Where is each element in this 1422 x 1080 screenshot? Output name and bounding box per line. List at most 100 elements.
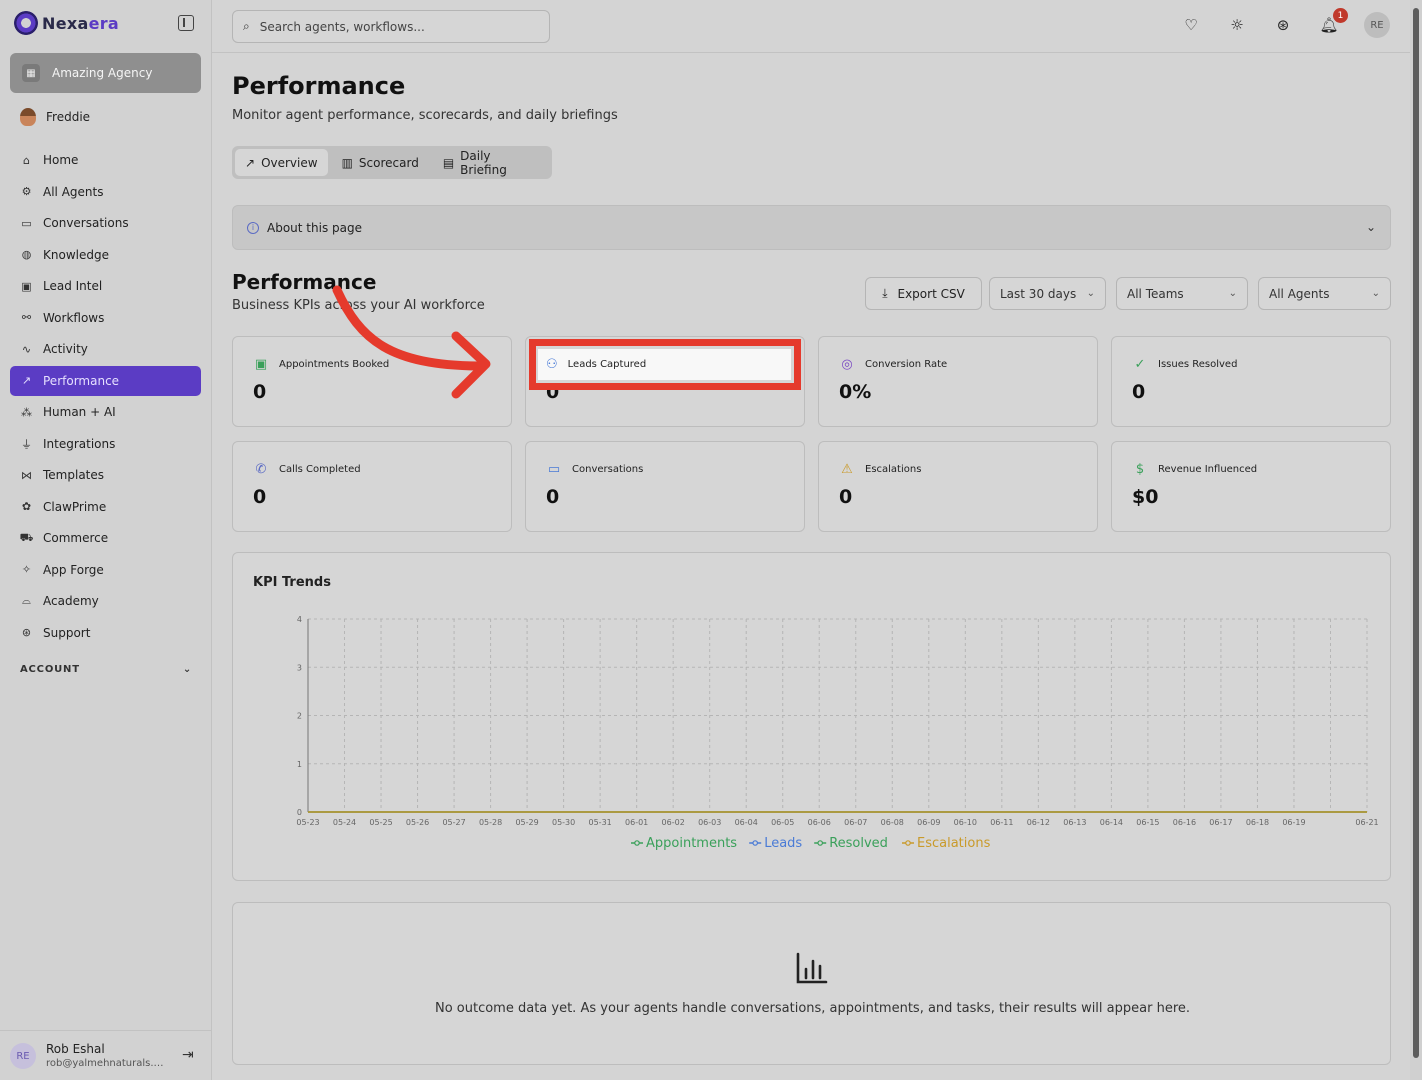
- sidebar-item-label: Workflows: [43, 310, 105, 325]
- x-tick-label: 06-15: [1136, 818, 1159, 827]
- avatar[interactable]: RE: [1364, 12, 1390, 38]
- y-tick-label: 2: [297, 712, 302, 721]
- sidebar-item-integrations[interactable]: ⏚ Integrations: [10, 429, 201, 459]
- footer-user-email: rob@yalmehnaturals.c...: [46, 1058, 168, 1069]
- logout-icon[interactable]: ⇥: [182, 1047, 194, 1063]
- sidebar-item-conversations[interactable]: ▭ Conversations: [10, 208, 201, 238]
- sidebar-item-label: App Forge: [43, 562, 104, 577]
- x-tick-label: 06-06: [808, 818, 831, 827]
- avatar[interactable]: RE: [10, 1043, 36, 1069]
- teams-select[interactable]: All Teams ⌄: [1116, 277, 1248, 310]
- sidebar-item-label: All Agents: [43, 184, 104, 199]
- about-accordion[interactable]: i About this page ⌄: [232, 205, 1391, 250]
- newspaper-icon: ▤: [442, 155, 455, 170]
- sun-icon[interactable]: ☼: [1226, 14, 1248, 36]
- kpi-card-conversations[interactable]: ▭ Conversations 0: [525, 441, 805, 532]
- sidebar-item-label: ClawPrime: [43, 499, 107, 514]
- sidebar-item-workflows[interactable]: ⚯ Workflows: [10, 303, 201, 333]
- sidebar-item-templates[interactable]: ⋈ Templates: [10, 460, 201, 490]
- heart-icon[interactable]: ♡: [1180, 14, 1202, 36]
- kpi-card-value: 0: [1132, 381, 1146, 403]
- x-tick-label: 06-02: [662, 818, 685, 827]
- avatar: [20, 108, 36, 126]
- sidebar-nav: ⌂ Home ⚙ All Agents ▭ Conversations ◍ Knowledge…: [10, 145, 201, 649]
- tab-daily-briefing[interactable]: ▤ Daily Briefing: [433, 149, 549, 177]
- tab-overview[interactable]: ↗ Overview: [235, 149, 328, 176]
- download-icon: ⤓: [882, 286, 888, 300]
- footer-user-name: Rob Eshal: [46, 1042, 105, 1056]
- chat-icon: ▭: [21, 216, 32, 230]
- sidebar-item-support[interactable]: ⊛ Support: [10, 618, 201, 648]
- bar-chart-icon: [796, 952, 828, 984]
- x-tick-label: 05-30: [552, 818, 575, 827]
- cart-icon: ⛟: [19, 530, 34, 544]
- user-switcher[interactable]: Freddie: [20, 108, 90, 126]
- kpi-card-revenue-influenced[interactable]: $ Revenue Influenced $0: [1111, 441, 1391, 532]
- legend-label: Escalations: [917, 836, 991, 851]
- sidebar-collapse-icon[interactable]: [178, 15, 194, 31]
- sidebar-item-label: Templates: [43, 468, 105, 482]
- org-switcher[interactable]: ▦ Amazing Agency: [10, 53, 201, 93]
- kpi-card-appointments-booked[interactable]: ▣ Appointments Booked 0: [232, 336, 512, 427]
- bell-icon[interactable]: 🔔︎ 1: [1318, 8, 1348, 36]
- sidebar-item-performance[interactable]: ↗ Performance: [10, 365, 201, 396]
- kpi-trends-chart: 0 1 2 3 4 05-23 05-24 05-25 05-26 05-27 05-28 05-29…: [296, 615, 1378, 851]
- kpi-card-label: Revenue Influenced: [1158, 464, 1258, 475]
- export-csv-button[interactable]: ⤓ Export CSV: [865, 277, 982, 310]
- sidebar: Nexaera ▦ Amazing Agency Freddie ⌂ Home ⚙ A…: [0, 0, 212, 1080]
- trending-icon: ↗: [21, 374, 32, 387]
- kpi-card-conversion-rate[interactable]: ◎ Conversion Rate 0%: [818, 336, 1098, 427]
- sidebar-item-academy[interactable]: ⌓ Academy: [10, 586, 201, 616]
- plug-icon: ⏚: [21, 437, 32, 451]
- trending-up-icon: ↗: [245, 155, 256, 170]
- sidebar-item-knowledge[interactable]: ◍ Knowledge: [10, 240, 201, 270]
- brand-logo[interactable]: Nexaera: [14, 10, 119, 36]
- search-input[interactable]: ⌕ Search agents, workflows...: [232, 10, 550, 43]
- notification-badge: 1: [1333, 8, 1348, 23]
- x-tick-label: 06-08: [881, 818, 904, 827]
- highlighted-label: Leads Captured: [567, 359, 647, 370]
- sidebar-item-home[interactable]: ⌂ Home: [10, 145, 201, 175]
- outcomes-empty-state: No outcome data yet. As your agents hand…: [232, 902, 1391, 1065]
- agents-select[interactable]: All Agents ⌄: [1258, 277, 1391, 310]
- x-tick-label: 06-10: [954, 818, 977, 827]
- sidebar-item-clawprime[interactable]: ✿ ClawPrime: [10, 492, 201, 522]
- x-tick-label: 06-01: [625, 818, 648, 827]
- date-range-select[interactable]: Last 30 days ⌄: [989, 277, 1106, 310]
- tab-scorecard[interactable]: ▥ Scorecard: [332, 149, 429, 176]
- scrollbar[interactable]: [1410, 0, 1422, 1080]
- top-bar: ⌕ Search agents, workflows... ♡ ☼ ⊛ 🔔︎ 1…: [212, 0, 1410, 53]
- contact-icon: ▣: [21, 279, 32, 293]
- org-name: Amazing Agency: [52, 66, 153, 80]
- x-tick-label: 06-16: [1173, 818, 1196, 827]
- teams-value: All Teams: [1127, 286, 1184, 301]
- sidebar-item-label: Performance: [43, 373, 120, 388]
- section-subtitle: Business KPIs across your AI workforce: [232, 298, 485, 313]
- sidebar-item-human-ai[interactable]: ⁂ Human + AI: [10, 397, 201, 427]
- y-tick-label: 4: [297, 615, 302, 624]
- sidebar-item-lead-intel[interactable]: ▣ Lead Intel: [10, 271, 201, 301]
- date-range-value: Last 30 days: [1000, 286, 1077, 301]
- sidebar-item-commerce[interactable]: ⛟ Commerce: [10, 523, 201, 553]
- phone-icon: ✆: [255, 461, 267, 477]
- kpi-card-calls-completed[interactable]: ✆ Calls Completed 0: [232, 441, 512, 532]
- export-label: Export CSV: [897, 286, 965, 301]
- x-tick-label: 06-04: [735, 818, 758, 827]
- lifebuoy-icon[interactable]: ⊛: [1272, 14, 1294, 36]
- sidebar-item-activity[interactable]: ∿ Activity: [10, 334, 201, 364]
- x-tick-label: 06-13: [1063, 818, 1086, 827]
- scrollbar-thumb[interactable]: [1413, 8, 1419, 1058]
- legend-label: Leads: [764, 836, 802, 851]
- account-section-toggle[interactable]: ACCOUNT ⌄: [20, 664, 192, 675]
- kpi-card-label: Conversion Rate: [865, 359, 948, 370]
- kpi-card-issues-resolved[interactable]: ✓ Issues Resolved 0: [1111, 336, 1391, 427]
- sidebar-item-all-agents[interactable]: ⚙ All Agents: [10, 177, 201, 207]
- sidebar-item-app-forge[interactable]: ✧ App Forge: [10, 555, 201, 585]
- kpi-card-label: Escalations: [865, 464, 922, 475]
- x-tick-label: 05-25: [369, 818, 392, 827]
- tab-label: Overview: [261, 155, 318, 170]
- tab-label: Scorecard: [358, 155, 419, 170]
- sidebar-item-label: Support: [43, 625, 91, 640]
- kpi-card-escalations[interactable]: ⚠ Escalations 0: [818, 441, 1098, 532]
- section-title: Performance: [232, 270, 377, 294]
